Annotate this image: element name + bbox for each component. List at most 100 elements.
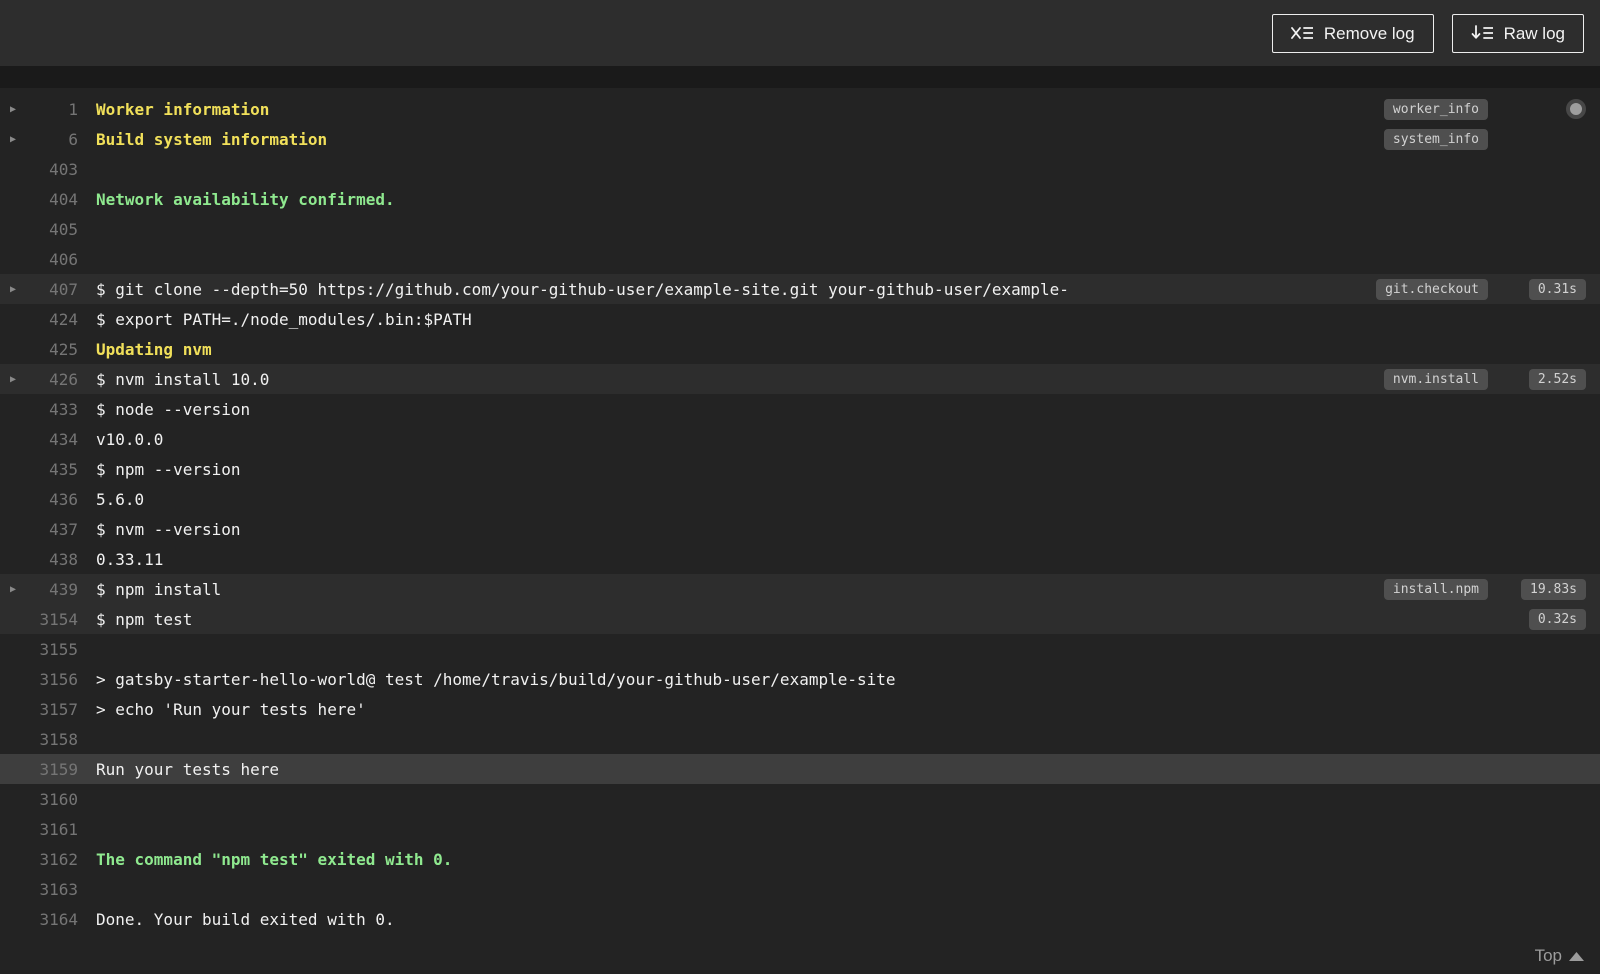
fold-name-badge: system_info [1383, 128, 1488, 150]
line-number[interactable]: 435 [26, 460, 78, 479]
line-number[interactable]: 407 [26, 280, 78, 299]
line-number[interactable]: 406 [26, 250, 78, 269]
remove-log-button[interactable]: Remove log [1271, 13, 1434, 53]
raw-log-button[interactable]: Raw log [1451, 13, 1584, 53]
fold-name-badge: worker_info [1383, 98, 1488, 120]
line-number[interactable]: 3155 [26, 640, 78, 659]
line-number[interactable]: 3157 [26, 700, 78, 719]
log-line: ▶ 3159 Run your tests here [0, 754, 1600, 784]
duration-badge: 0.31s [1528, 278, 1586, 300]
duration-slot [1488, 99, 1600, 119]
log-toolbar: Remove log Raw log [0, 0, 1600, 66]
line-text: Run your tests here [96, 759, 280, 779]
line-text: > gatsby-starter-hello-world@ test /home… [96, 669, 896, 689]
line-number[interactable]: 434 [26, 430, 78, 449]
line-number[interactable]: 424 [26, 310, 78, 329]
line-number[interactable]: 3156 [26, 670, 78, 689]
log-line: ▶ 405 [0, 214, 1600, 244]
log-line: ▶ 6 Build system information system_info [0, 124, 1600, 154]
line-number[interactable]: 426 [26, 370, 78, 389]
line-number[interactable]: 3159 [26, 760, 78, 779]
fold-name-badge: install.npm [1383, 578, 1488, 600]
duration-badge: 19.83s [1521, 578, 1586, 600]
log-line: ▶ 406 [0, 244, 1600, 274]
log-line: ▶ 437 $ nvm --version [0, 514, 1600, 544]
log-line: ▶ 3164 Done. Your build exited with 0. [0, 904, 1600, 934]
log-line: ▶ 404 Network availability confirmed. [0, 184, 1600, 214]
line-text: $ git clone --depth=50 https://github.co… [96, 279, 1069, 299]
line-number[interactable]: 3160 [26, 790, 78, 809]
line-text: $ npm install [96, 579, 222, 599]
fold-name-badge: git.checkout [1376, 278, 1488, 300]
log-line: ▶ 3160 [0, 784, 1600, 814]
line-text: $ npm test [96, 609, 193, 629]
line-number[interactable]: 3162 [26, 850, 78, 869]
line-text: $ nvm --version [96, 519, 241, 539]
log-line: ▶ 436 5.6.0 [0, 484, 1600, 514]
line-number[interactable]: 3164 [26, 910, 78, 929]
fold-toggle-icon[interactable]: ▶ [0, 374, 26, 385]
log-line: ▶ 407 $ git clone --depth=50 https://git… [0, 274, 1600, 304]
line-text: Updating nvm [96, 339, 212, 359]
raw-log-icon [1471, 25, 1493, 41]
remove-log-icon [1290, 25, 1313, 41]
log-line: ▶ 3162 The command "npm test" exited wit… [0, 844, 1600, 874]
line-number[interactable]: 425 [26, 340, 78, 359]
log-line: ▶ 435 $ npm --version [0, 454, 1600, 484]
line-text: Worker information [96, 99, 270, 119]
log-line: ▶ 3157 > echo 'Run your tests here' [0, 694, 1600, 724]
line-number[interactable]: 404 [26, 190, 78, 209]
log-line: ▶ 426 $ nvm install 10.0 nvm.install 2.5… [0, 364, 1600, 394]
log-line: ▶ 424 $ export PATH=./node_modules/.bin:… [0, 304, 1600, 334]
line-number[interactable]: 1 [26, 100, 78, 119]
duration-slot: 0.32s [1488, 608, 1600, 630]
chevron-up-icon [1569, 946, 1584, 966]
line-text: 0.33.11 [96, 549, 164, 569]
log-line: ▶ 439 $ npm install install.npm 19.83s [0, 574, 1600, 604]
log-lines: ▶ 1 Worker information worker_info ▶ 6 B… [0, 94, 1600, 934]
line-number[interactable]: 436 [26, 490, 78, 509]
log-line: ▶ 3156 > gatsby-starter-hello-world@ tes… [0, 664, 1600, 694]
line-number[interactable]: 433 [26, 400, 78, 419]
line-text: 5.6.0 [96, 489, 145, 509]
duration-slot: 0.31s [1488, 278, 1600, 300]
line-text: Done. Your build exited with 0. [96, 909, 395, 929]
line-text: Build system information [96, 129, 328, 149]
line-number[interactable]: 438 [26, 550, 78, 569]
log-line: ▶ 3155 [0, 634, 1600, 664]
scroll-to-top-link[interactable]: Top [1535, 946, 1584, 966]
line-number[interactable]: 3154 [26, 610, 78, 629]
line-text: v10.0.0 [96, 429, 164, 449]
log-line: ▶ 3161 [0, 814, 1600, 844]
fold-name-badge: nvm.install [1383, 368, 1488, 390]
line-text: $ export PATH=./node_modules/.bin:$PATH [96, 309, 472, 329]
line-text: Network availability confirmed. [96, 189, 395, 209]
scroll-to-top-label: Top [1534, 946, 1562, 965]
line-number[interactable]: 437 [26, 520, 78, 539]
fold-toggle-icon[interactable]: ▶ [0, 104, 26, 115]
line-text: $ nvm install 10.0 [96, 369, 270, 389]
log-line: ▶ 1 Worker information worker_info [0, 94, 1600, 124]
raw-log-label: Raw log [1503, 23, 1565, 43]
line-number[interactable]: 3163 [26, 880, 78, 899]
line-number[interactable]: 439 [26, 580, 78, 599]
line-text: > echo 'Run your tests here' [96, 699, 366, 719]
log-line: ▶ 3163 [0, 874, 1600, 904]
line-number[interactable]: 3158 [26, 730, 78, 749]
line-number[interactable]: 6 [26, 130, 78, 149]
duration-badge: 0.32s [1528, 608, 1586, 630]
fold-toggle-icon[interactable]: ▶ [0, 134, 26, 145]
fold-toggle-icon[interactable]: ▶ [0, 584, 26, 595]
duration-slot: 19.83s [1488, 578, 1600, 600]
line-number[interactable]: 405 [26, 220, 78, 239]
follow-log-button[interactable] [1566, 99, 1586, 119]
line-number[interactable]: 403 [26, 160, 78, 179]
line-text: $ npm --version [96, 459, 241, 479]
line-text: $ node --version [96, 399, 251, 419]
line-number[interactable]: 3161 [26, 820, 78, 839]
log-line: ▶ 434 v10.0.0 [0, 424, 1600, 454]
log-line: ▶ 425 Updating nvm [0, 334, 1600, 364]
duration-slot: 2.52s [1488, 368, 1600, 390]
fold-toggle-icon[interactable]: ▶ [0, 284, 26, 295]
line-text: The command "npm test" exited with 0. [96, 849, 453, 869]
